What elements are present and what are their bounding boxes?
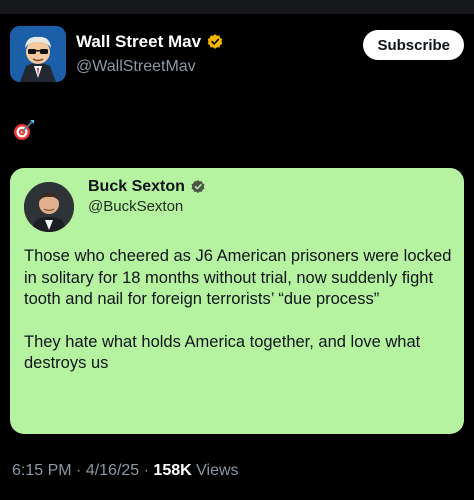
post-meta: 6:15 PM · 4/16/25 · 158K Views [12,462,239,480]
quoted-author-name[interactable]: Buck Sexton [88,178,185,196]
quoted-post-paragraph: Those who cheered as J6 American prisone… [24,247,452,308]
post-date[interactable]: 4/16/25 [86,462,139,479]
quoted-author-handle[interactable]: @BuckSexton [88,198,183,215]
verified-badge-icon [190,179,206,195]
quoted-post-text: Those who cheered as J6 American prisone… [24,246,452,396]
post-header: Wall Street Mav @WallStreetMav Subscribe [10,26,464,86]
top-strip [0,0,474,14]
meta-separator: · [139,462,154,479]
target-emoji-icon [12,118,36,142]
quoted-author-avatar[interactable] [24,182,74,232]
quoted-post-card[interactable]: Buck Sexton @BuckSexton Those who cheere… [10,168,464,434]
quoted-post-paragraph: They hate what holds America together, a… [24,332,421,373]
post-time[interactable]: 6:15 PM [12,462,72,479]
author-avatar[interactable] [10,26,66,82]
meta-separator: · [71,462,86,479]
author-name-row: Wall Street Mav [76,32,224,52]
views-label: Views [196,462,239,479]
quoted-author-name-row: Buck Sexton [88,178,206,196]
author-name[interactable]: Wall Street Mav [76,32,201,52]
author-handle[interactable]: @WallStreetMav [76,58,196,76]
subscribe-button[interactable]: Subscribe [363,30,464,60]
views-count: 158K [153,462,192,479]
verified-badge-icon [206,33,224,51]
